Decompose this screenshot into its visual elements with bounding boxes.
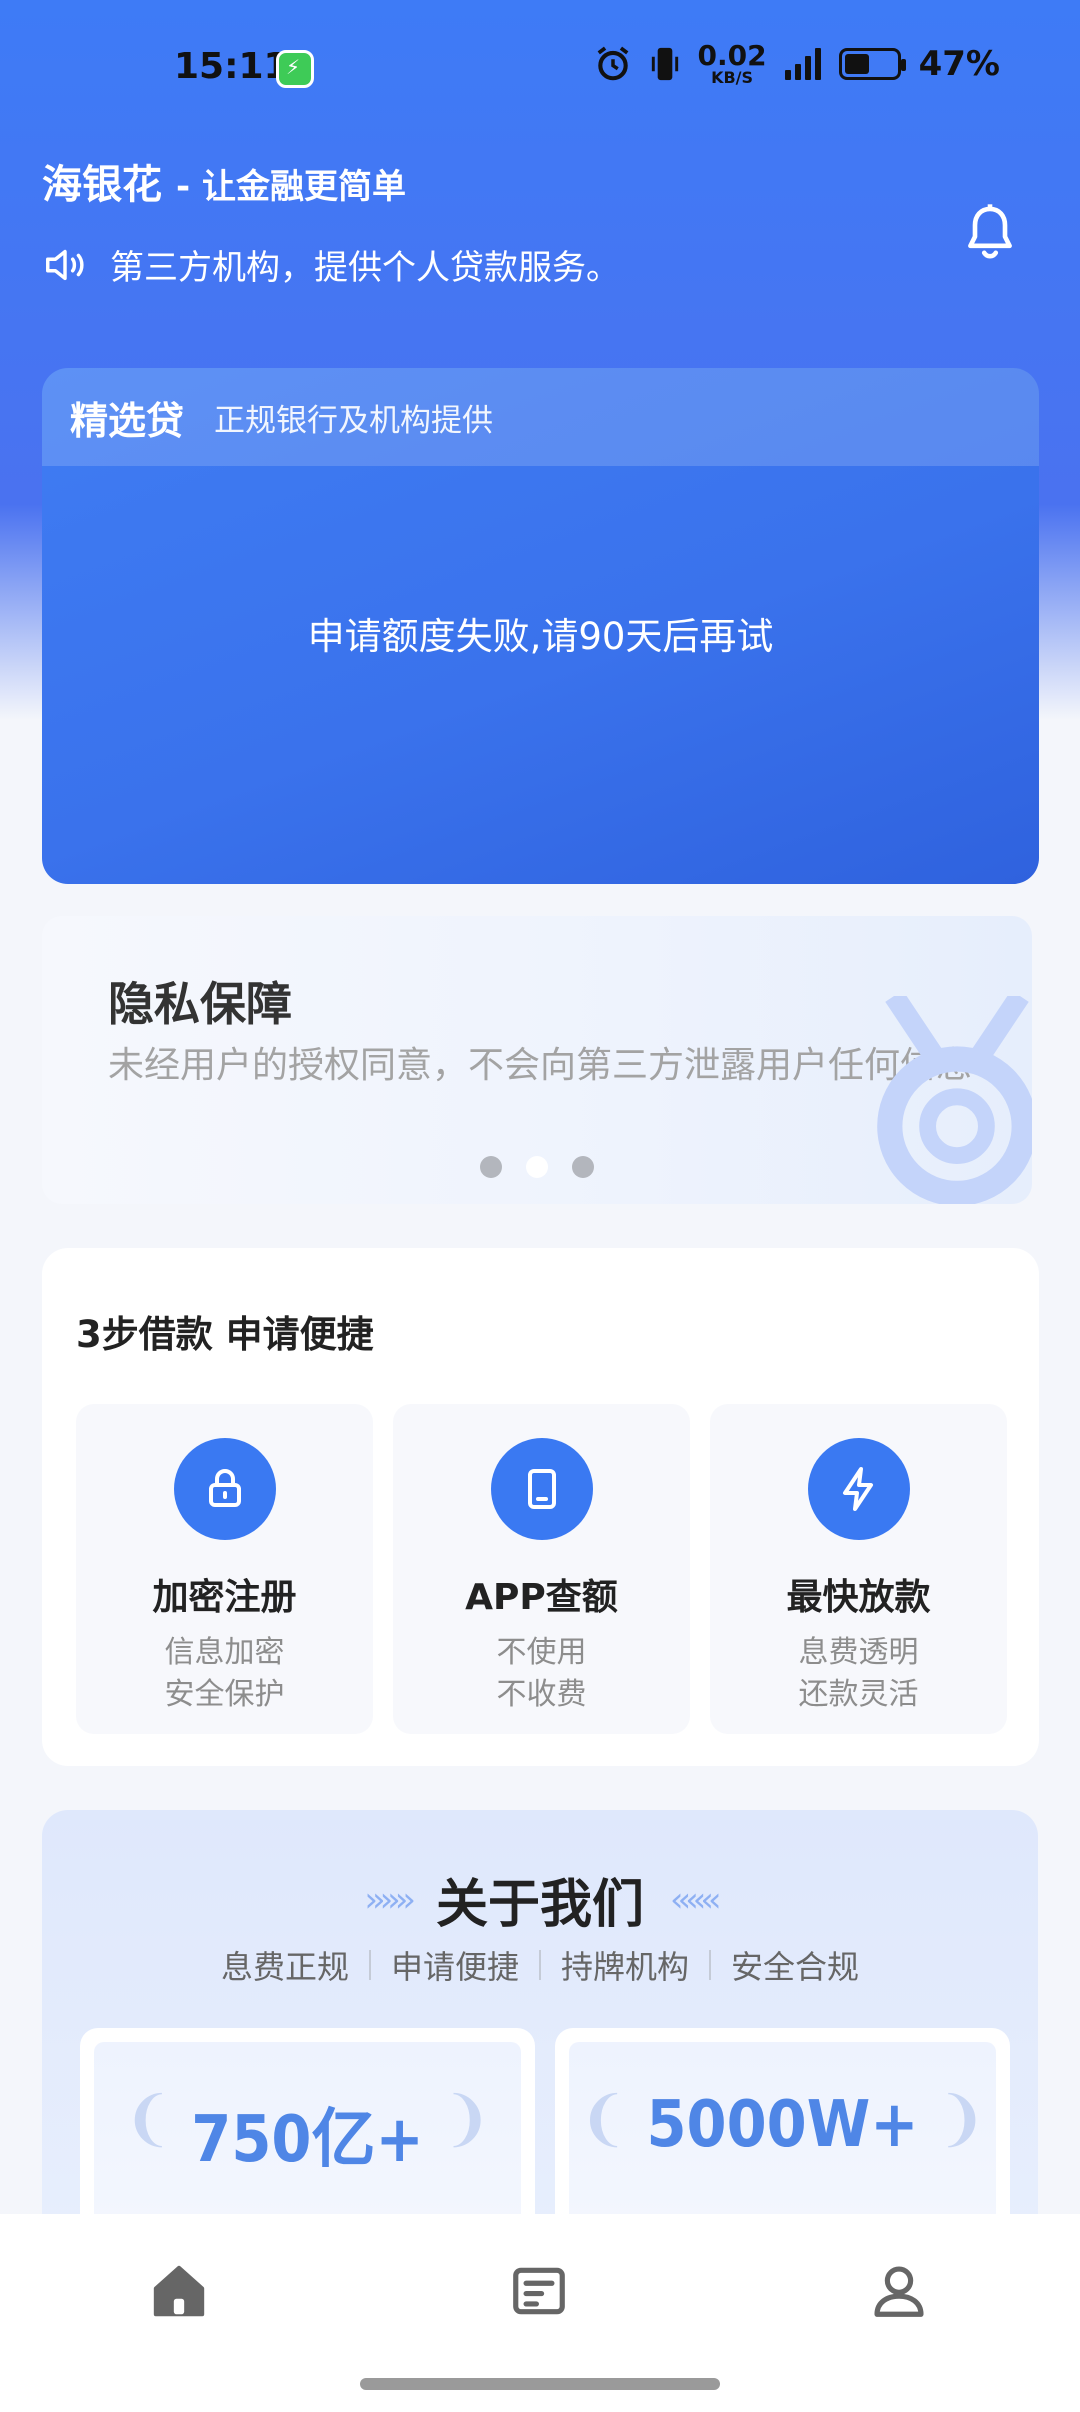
carousel-dot[interactable] — [480, 1156, 502, 1178]
net-speed: 0.02 KB/S — [698, 42, 767, 86]
home-icon[interactable] — [148, 2260, 210, 2322]
steps-title: 3步借款 申请便捷 — [76, 1313, 374, 1356]
battery-percent: 47% — [918, 44, 1000, 84]
step-desc-line: 还款灵活 — [798, 1677, 919, 1712]
step-desc-line: 安全保护 — [164, 1677, 285, 1712]
chevrons-left-icon: ‹‹‹‹‹‹ — [670, 1879, 722, 1920]
list-icon[interactable] — [508, 2260, 570, 2322]
about-section: ›››››› 关于我们 ‹‹‹‹‹‹ 息费正规 申请便捷 持牌机构 安全合规 ❨… — [42, 1810, 1038, 2280]
step-name: 最快放款 — [786, 1577, 931, 1618]
privacy-banner[interactable]: 隐私保障 未经用户的授权同意，不会向第三方泄露用户任何信息 — [42, 916, 1032, 1204]
carousel-dot[interactable] — [526, 1156, 548, 1178]
loan-card-title: 精选贷 — [70, 398, 185, 443]
brand-header: 海银花 - 让金融更简单 — [42, 152, 406, 210]
step-desc-line: 息费透明 — [798, 1635, 919, 1670]
vibrate-icon — [651, 47, 678, 81]
brand-slogan: - 让金融更简单 — [176, 167, 406, 207]
alarm-icon — [597, 46, 628, 81]
privacy-description: 未经用户的授权同意，不会向第三方泄露用户任何信息 — [108, 1045, 973, 1086]
signal-icon — [784, 48, 821, 80]
status-bar: 15:11 0.02 KB/S 47% — [0, 40, 1080, 100]
loan-card-header: 精选贷 正规银行及机构提供 — [42, 368, 1039, 466]
step-desc-line: 不使用 — [496, 1635, 587, 1670]
net-speed-unit: KB/S — [711, 68, 754, 87]
loan-status-message: 申请额度失败,请90天后再试 — [307, 615, 774, 658]
status-time: 15:11 — [174, 46, 289, 87]
about-tag: 申请便捷 — [390, 1948, 519, 1986]
about-tags: 息费正规 申请便捷 持牌机构 安全合规 — [42, 1942, 1038, 1988]
about-tag: 安全合规 — [731, 1948, 860, 1986]
speaker-icon — [46, 249, 84, 280]
loan-card[interactable]: 精选贷 正规银行及机构提供 申请额度失败,请90天后再试 — [42, 368, 1039, 884]
chevrons-right-icon: ›››››› — [364, 1879, 416, 1920]
notice-bar[interactable]: 第三方机构，提供个人贷款服务。 — [42, 240, 620, 289]
home-indicator[interactable] — [360, 2378, 720, 2390]
step-card-check-quota[interactable]: APP查额 不使用 不收费 — [393, 1404, 690, 1734]
battery-icon — [838, 48, 906, 80]
loan-card-subtitle: 正规银行及机构提供 — [214, 402, 494, 439]
divider — [368, 1950, 371, 1980]
tablet-icon — [490, 1438, 593, 1540]
profile-icon[interactable] — [868, 2260, 930, 2322]
step-card-fast-loan[interactable]: 最快放款 息费透明 还款灵活 — [710, 1404, 1007, 1734]
step-card-register[interactable]: 加密注册 信息加密 安全保护 — [76, 1404, 373, 1734]
bottom-nav — [0, 2214, 1080, 2412]
status-icons: 0.02 KB/S 47% — [594, 42, 1000, 86]
about-tag: 息费正规 — [220, 1948, 349, 1986]
privacy-title: 隐私保障 — [108, 977, 292, 1031]
about-tag: 持牌机构 — [561, 1948, 690, 1986]
divider — [709, 1950, 712, 1980]
divider — [539, 1950, 541, 1980]
step-name: 加密注册 — [152, 1577, 297, 1618]
step-desc-line: 信息加密 — [164, 1635, 285, 1670]
lock-icon — [173, 1438, 276, 1540]
security-shield-icon — [276, 50, 314, 88]
about-title: 关于我们 — [435, 1875, 644, 1935]
steps-section: 3步借款 申请便捷 加密注册 信息加密 安全保护 APP查额 不使用 不收费 最… — [42, 1248, 1039, 1766]
brand-name: 海银花 — [42, 162, 162, 208]
step-desc-line: 不收费 — [496, 1677, 587, 1712]
net-speed-value: 0.02 — [697, 39, 767, 72]
bell-icon[interactable] — [962, 202, 1018, 262]
carousel-dot[interactable] — [572, 1156, 594, 1178]
notice-text: 第三方机构，提供个人贷款服务。 — [110, 248, 620, 288]
step-name: APP查额 — [465, 1577, 618, 1618]
carousel-dots — [42, 1156, 1032, 1178]
lightning-icon — [807, 1438, 910, 1540]
